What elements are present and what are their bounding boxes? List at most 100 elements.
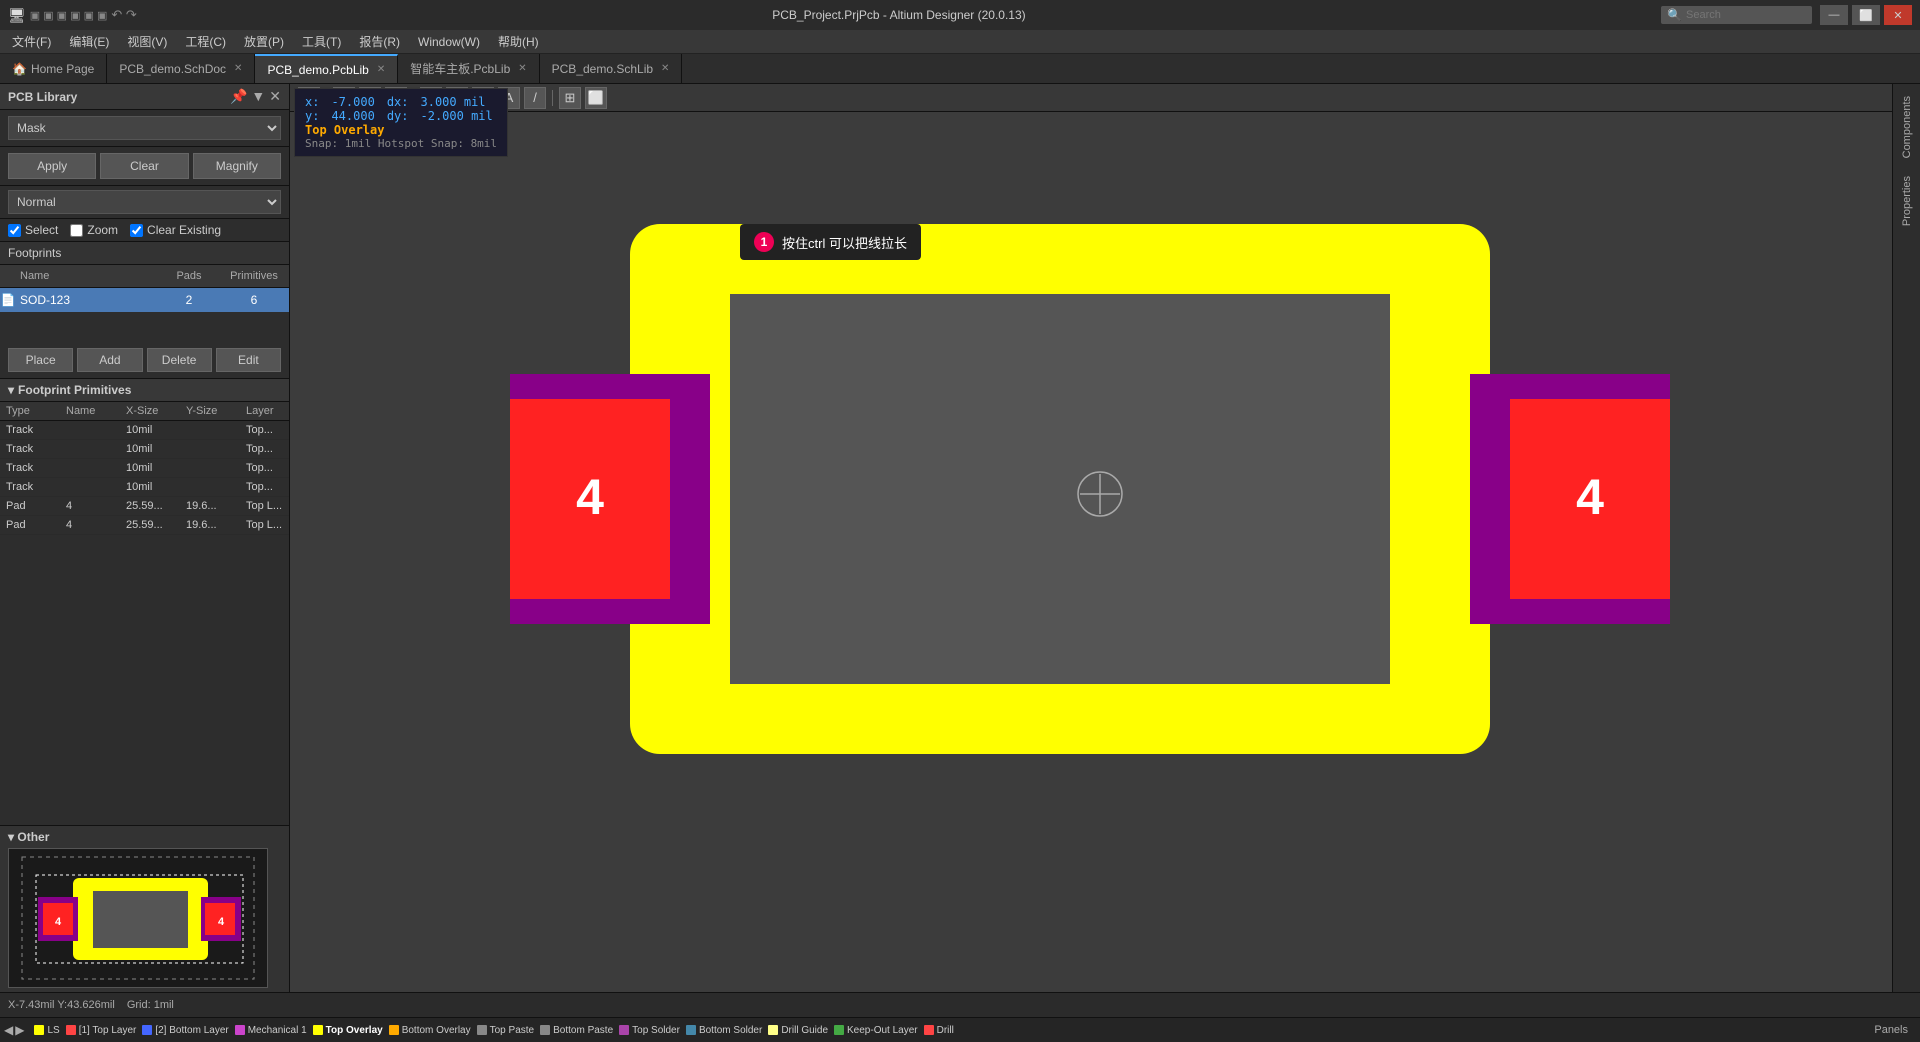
tb-square-btn[interactable]: ⬜ — [585, 87, 607, 109]
layer-topoverlay-dot — [313, 1025, 323, 1035]
tab-schdoc-close[interactable]: ✕ — [234, 63, 242, 74]
panels-label[interactable]: Panels — [1874, 1024, 1908, 1036]
close-button[interactable]: ✕ — [1884, 5, 1912, 25]
canvas-area[interactable]: ▼ ↗ □ 📊 ✏ ⬤ ? A / ⊞ ⬜ x: -7.000 dx: 3.00… — [290, 84, 1892, 992]
tab-smartcar-close[interactable]: ✕ — [518, 63, 526, 74]
row-name: SOD-123 — [16, 291, 159, 309]
layer-bottomoverlay[interactable]: Bottom Overlay — [389, 1025, 471, 1036]
home-icon: 🏠 — [12, 62, 27, 76]
edit-button[interactable]: Edit — [216, 348, 281, 372]
tab-pcblib[interactable]: PCB_demo.PcbLib ✕ — [255, 54, 398, 83]
fpr-xsize-2: 10mil — [120, 459, 180, 477]
tb-grid-btn[interactable]: ⊞ — [559, 87, 581, 109]
layer-toppaste[interactable]: Top Paste — [477, 1025, 534, 1036]
layer-keepout[interactable]: Keep-Out Layer — [834, 1025, 918, 1036]
layer-topsolder[interactable]: Top Solder — [619, 1025, 680, 1036]
layer-drill[interactable]: Drill — [924, 1025, 954, 1036]
mask-select[interactable]: Mask — [8, 116, 281, 140]
menu-file[interactable]: 文件(F) — [4, 31, 59, 52]
fp-row-1[interactable]: Track 10mil Top... — [0, 440, 289, 459]
hint-tooltip: 1 按住ctrl 可以把线拉长 — [740, 224, 921, 260]
zoom-checkbox-label[interactable]: Zoom — [70, 223, 118, 237]
tab-pcblib-close[interactable]: ✕ — [377, 64, 385, 75]
layer-top-dot — [66, 1025, 76, 1035]
search-box[interactable]: 🔍 — [1661, 6, 1812, 24]
other-header[interactable]: ▾ Other — [8, 830, 281, 844]
tab-schdoc[interactable]: PCB_demo.SchDoc ✕ — [107, 54, 255, 83]
layer-bottomsolder[interactable]: Bottom Solder — [686, 1025, 762, 1036]
dx-label: dx: — [387, 95, 409, 109]
apply-button[interactable]: Apply — [8, 153, 96, 179]
pcb-canvas[interactable]: 4 4 — [490, 124, 1690, 864]
add-button[interactable]: Add — [77, 348, 142, 372]
status-coords: X-7.43mil Y:43.626mil — [8, 999, 115, 1011]
select-checkbox[interactable] — [8, 224, 21, 237]
menu-reports[interactable]: 报告(R) — [351, 31, 408, 52]
layer-bottompaste[interactable]: Bottom Paste — [540, 1025, 613, 1036]
tab-smartcar[interactable]: 智能车主板.PcbLib ✕ — [398, 54, 539, 83]
menu-project[interactable]: 工程(C) — [177, 31, 234, 52]
clear-button[interactable]: Clear — [100, 153, 188, 179]
menu-window[interactable]: Window(W) — [410, 33, 488, 51]
layer-scroll-right[interactable]: ▶ — [15, 1023, 24, 1037]
layer-drillguide[interactable]: Drill Guide — [768, 1025, 828, 1036]
menu-edit[interactable]: 编辑(E) — [61, 31, 117, 52]
layer-bottom[interactable]: [2] Bottom Layer — [142, 1025, 228, 1036]
clear-existing-checkbox[interactable] — [130, 224, 143, 237]
layer-topoverlay[interactable]: Top Overlay — [313, 1025, 383, 1036]
layer-bottompaste-label: Bottom Paste — [553, 1025, 613, 1036]
fp-row-0[interactable]: Track 10mil Top... — [0, 421, 289, 440]
panel-close-icon[interactable]: ✕ — [269, 88, 281, 105]
right-panel-components[interactable]: Components — [1897, 88, 1917, 166]
magnify-button[interactable]: Magnify — [193, 153, 281, 179]
minimize-button[interactable]: — — [1820, 5, 1848, 25]
restore-button[interactable]: ⬜ — [1852, 5, 1880, 25]
fpr-xsize-0: 10mil — [120, 421, 180, 439]
fpr-type-4: Pad — [0, 497, 60, 515]
layer-ls[interactable]: LS — [34, 1025, 59, 1036]
layer-scroll-left[interactable]: ◀ — [4, 1023, 13, 1037]
menu-tools[interactable]: 工具(T) — [294, 31, 349, 52]
select-checkbox-label[interactable]: Select — [8, 223, 58, 237]
y-label: y: — [305, 109, 319, 123]
search-input[interactable] — [1686, 9, 1806, 21]
right-panel-properties[interactable]: Properties — [1897, 168, 1917, 234]
tab-schlib-close[interactable]: ✕ — [661, 63, 669, 74]
fth-name: Name — [60, 402, 120, 420]
tabsbar: 🏠 Home Page PCB_demo.SchDoc ✕ PCB_demo.P… — [0, 54, 1920, 84]
panel-menu-icon[interactable]: ▼ — [251, 88, 265, 105]
layer-bottom-label: [2] Bottom Layer — [155, 1025, 228, 1036]
delete-button[interactable]: Delete — [147, 348, 212, 372]
x-label: x: — [305, 95, 319, 109]
panel-pin-icon[interactable]: 📌 — [230, 88, 247, 105]
layer-mech1[interactable]: Mechanical 1 — [235, 1025, 307, 1036]
tab-schlib[interactable]: PCB_demo.SchLib ✕ — [540, 54, 683, 83]
layer-toppaste-label: Top Paste — [490, 1025, 534, 1036]
col-primitives-header: Primitives — [219, 268, 289, 284]
fpr-layer-5: Top L... — [240, 516, 289, 534]
fp-row-4[interactable]: Pad 4 25.59... 19.6... Top L... — [0, 497, 289, 516]
fpr-layer-1: Top... — [240, 440, 289, 458]
fpr-type-1: Track — [0, 440, 60, 458]
fp-primitives-label: Footprint Primitives — [18, 383, 131, 397]
layer-top[interactable]: [1] Top Layer — [66, 1025, 137, 1036]
fp-primitives-header[interactable]: ▾ Footprint Primitives — [0, 379, 289, 402]
zoom-checkbox[interactable] — [70, 224, 83, 237]
fpr-ysize-5: 19.6... — [180, 516, 240, 534]
table-row[interactable]: 📄 SOD-123 2 6 — [0, 288, 289, 312]
tab-home[interactable]: 🏠 Home Page — [0, 54, 107, 83]
hint-text: 按住ctrl 可以把线拉长 — [782, 233, 907, 252]
fp-row-3[interactable]: Track 10mil Top... — [0, 478, 289, 497]
menu-help[interactable]: 帮助(H) — [490, 31, 547, 52]
tb-line-btn[interactable]: / — [524, 87, 546, 109]
main-area: PCB Library 📌 ▼ ✕ Mask Apply Clear Magni… — [0, 84, 1920, 992]
place-button[interactable]: Place — [8, 348, 73, 372]
x-val: -7.000 — [331, 95, 374, 109]
menu-view[interactable]: 视图(V) — [119, 31, 175, 52]
menu-place[interactable]: 放置(P) — [236, 31, 292, 52]
clear-existing-checkbox-label[interactable]: Clear Existing — [130, 223, 221, 237]
fp-row-5[interactable]: Pad 4 25.59... 19.6... Top L... — [0, 516, 289, 535]
menubar: 文件(F) 编辑(E) 视图(V) 工程(C) 放置(P) 工具(T) 报告(R… — [0, 30, 1920, 54]
normal-select[interactable]: Normal — [8, 190, 281, 214]
fp-row-2[interactable]: Track 10mil Top... — [0, 459, 289, 478]
